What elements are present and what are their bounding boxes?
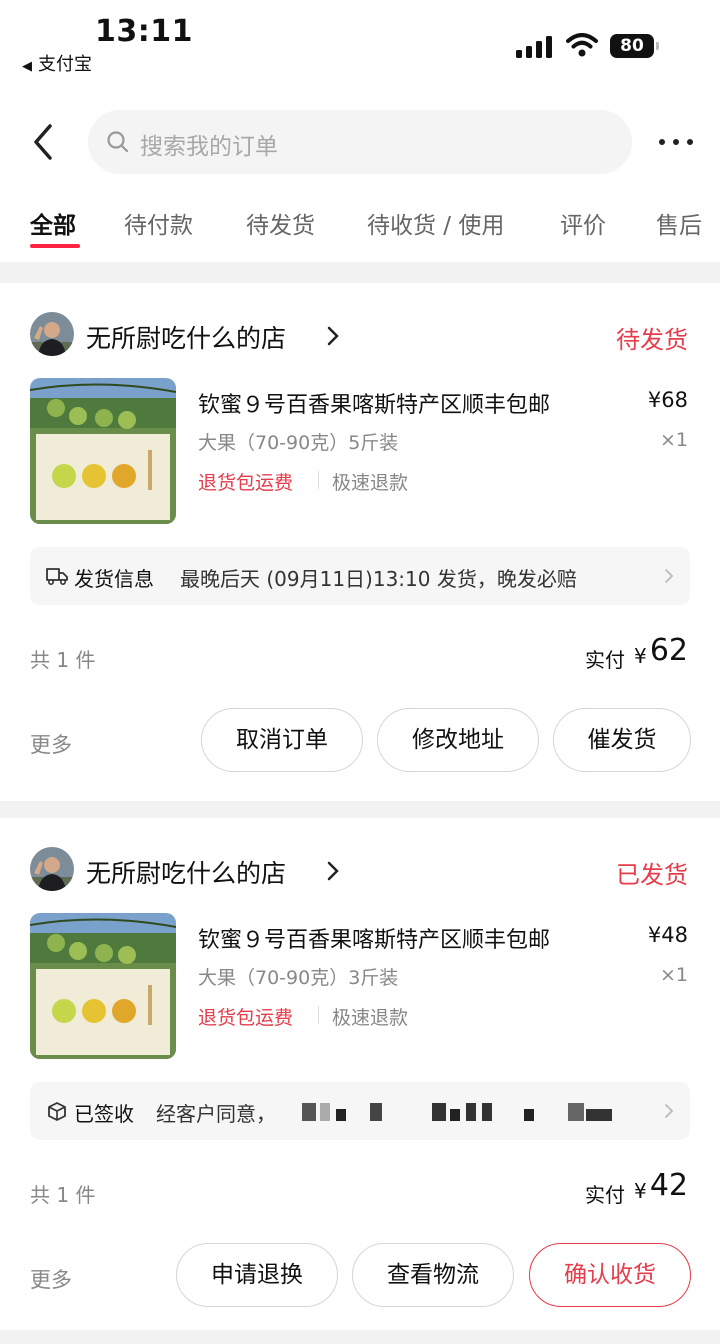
chevron-right-icon [665, 569, 674, 583]
back-app-label: 支付宝 [38, 54, 92, 75]
tab-all[interactable]: 全部 [30, 206, 76, 240]
product-spec: 大果（70-90克）3斤装 [198, 967, 399, 989]
product-title[interactable]: 钦蜜９号百香果喀斯特产区顺丰包邮 [198, 922, 550, 954]
chevron-right-icon [665, 1104, 674, 1118]
shipping-info-text: 最晚后天 (09月11日)13:10 发货，晚发必赔 [180, 567, 577, 591]
free-return-shipping-tag: 退货包运费 [198, 1007, 294, 1029]
back-arrow-icon[interactable] [28, 122, 62, 162]
more-link[interactable]: 更多 [30, 729, 72, 759]
shipping-info-bar[interactable]: 发货信息 最晚后天 (09月11日)13:10 发货，晚发必赔 [30, 547, 690, 605]
delivery-info-bar[interactable]: 已签收 经客户同意， [30, 1082, 690, 1140]
product-spec: 大果（70-90克）5斤装 [198, 432, 399, 454]
shop-avatar[interactable] [30, 312, 74, 356]
search-input[interactable]: 搜索我的订单 [88, 110, 632, 174]
free-return-shipping-tag: 退货包运费 [198, 472, 294, 494]
product-price: ¥48 [647, 923, 688, 947]
order-card: 无所尉吃什么的店 已发货 钦蜜９号百香果喀斯特产区顺丰包邮 ¥48 大果（70-… [0, 818, 720, 1330]
shipping-info-label: 发货信息 [74, 567, 154, 591]
tag-divider [318, 1006, 319, 1024]
paid-currency: ¥ [634, 644, 647, 668]
tag-divider [318, 471, 319, 489]
wifi-icon [566, 33, 598, 57]
truck-icon [46, 568, 68, 586]
search-placeholder: 搜索我的订单 [140, 134, 278, 160]
product-image[interactable] [30, 913, 176, 1059]
tab-pending-shipment[interactable]: 待发货 [246, 206, 315, 240]
tab-pending-payment[interactable]: 待付款 [124, 206, 193, 240]
more-link[interactable]: 更多 [30, 1264, 72, 1294]
item-count: 共 1 件 [30, 648, 96, 672]
chevron-right-icon[interactable] [326, 860, 340, 882]
delivery-info-label: 已签收 [74, 1102, 134, 1126]
tab-after-sales[interactable]: 售后 [656, 206, 702, 240]
back-to-app-link[interactable]: ◀ 支付宝 [22, 50, 92, 76]
confirm-receipt-button[interactable]: 确认收货 [529, 1243, 691, 1307]
fast-refund-tag: 极速退款 [332, 472, 409, 494]
cancel-order-button[interactable]: 取消订单 [201, 708, 363, 772]
paid-amount: 62 [649, 633, 688, 668]
product-title[interactable]: 钦蜜９号百香果喀斯特产区顺丰包邮 [198, 387, 550, 419]
product-quantity: ×1 [659, 429, 688, 451]
fast-refund-tag: 极速退款 [332, 1007, 409, 1029]
order-tabs: 全部 待付款 待发货 待收货 / 使用 评价 售后 [0, 198, 720, 252]
shop-name[interactable]: 无所尉吃什么的店 [86, 319, 286, 355]
more-options-icon[interactable] [656, 128, 696, 156]
product-quantity: ×1 [659, 964, 688, 986]
active-tab-indicator [30, 244, 80, 248]
battery-indicator: 80 [610, 34, 660, 58]
shop-avatar[interactable] [30, 847, 74, 891]
order-card: 无所尉吃什么的店 待发货 钦蜜９号百香果喀斯特产区顺丰包邮 ¥68 大果（70-… [0, 283, 720, 801]
modify-address-button[interactable]: 修改地址 [377, 708, 539, 772]
delivery-info-text: 经客户同意， [156, 1102, 276, 1126]
paid-label: 实付 [585, 648, 625, 672]
back-triangle-icon: ◀ [22, 59, 32, 74]
package-icon [48, 1102, 66, 1121]
cellular-signal-icon [516, 36, 554, 58]
request-return-button[interactable]: 申请退换 [176, 1243, 338, 1307]
view-logistics-button[interactable]: 查看物流 [352, 1243, 514, 1307]
product-price: ¥68 [647, 388, 688, 412]
product-image[interactable] [30, 378, 176, 524]
tab-review[interactable]: 评价 [560, 206, 606, 240]
chevron-right-icon[interactable] [326, 325, 340, 347]
tab-pending-receipt[interactable]: 待收货 / 使用 [367, 206, 504, 240]
item-count: 共 1 件 [30, 1183, 96, 1207]
search-icon [107, 131, 129, 153]
paid-currency: ¥ [634, 1179, 647, 1203]
battery-level: 80 [610, 34, 654, 58]
status-time: 13:11 [95, 14, 193, 49]
order-status: 待发货 [616, 326, 688, 354]
urge-shipment-button[interactable]: 催发货 [553, 708, 691, 772]
order-status: 已发货 [616, 861, 688, 889]
top-area: 13:11 ◀ 支付宝 80 搜索我的订单 全部 待付款 待发货 待收货 / 使用… [0, 0, 720, 262]
shop-name[interactable]: 无所尉吃什么的店 [86, 854, 286, 890]
paid-amount: 42 [649, 1168, 688, 1203]
paid-label: 实付 [585, 1183, 625, 1207]
